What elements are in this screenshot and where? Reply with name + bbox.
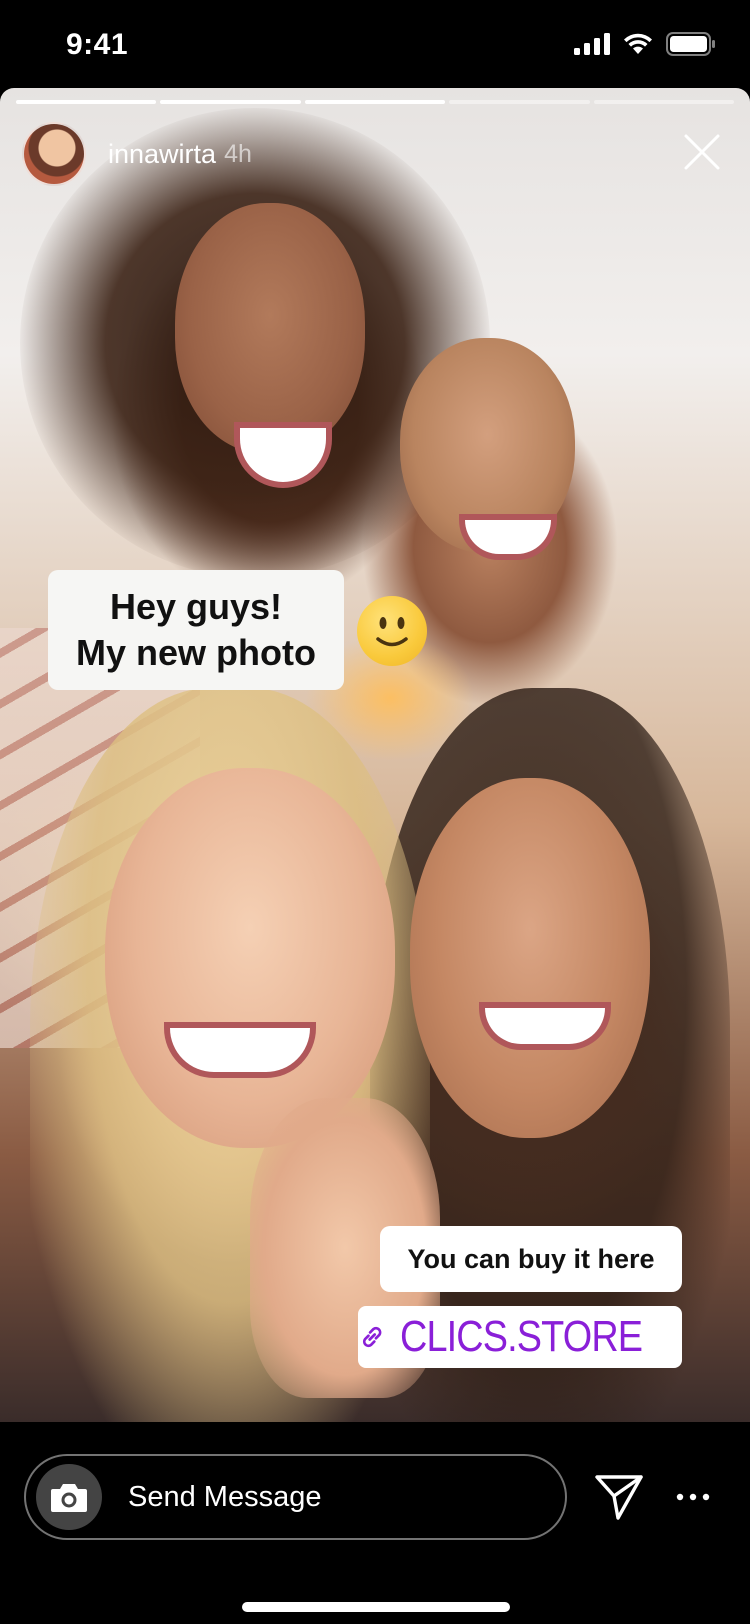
progress-fill xyxy=(160,100,301,104)
progress-segment xyxy=(304,100,446,104)
story-photo[interactable] xyxy=(0,88,750,1422)
caption-line-2: My new photo xyxy=(76,632,316,673)
bottom-bar: Send Message xyxy=(0,1422,750,1624)
progress-segment xyxy=(160,100,301,104)
link-text: CLICS.STORE xyxy=(400,1312,643,1361)
status-bar: 9:41 xyxy=(0,0,750,88)
smiley-emoji-icon xyxy=(357,596,427,666)
send-icon xyxy=(595,1475,643,1520)
avatar[interactable] xyxy=(22,122,86,186)
message-input[interactable]: Send Message xyxy=(24,1454,567,1540)
story-time-ago: 4h xyxy=(224,139,252,168)
close-icon xyxy=(684,134,720,170)
photo-region xyxy=(105,768,395,1148)
photo-region xyxy=(485,1008,605,1044)
story-progress xyxy=(16,100,735,104)
smiley-face-icon xyxy=(376,617,408,647)
progress-segment xyxy=(16,100,157,104)
buy-sticker: You can buy it here xyxy=(380,1226,682,1292)
username[interactable]: innawirta xyxy=(108,139,216,170)
progress-fill xyxy=(304,100,446,104)
progress-fill xyxy=(16,100,157,104)
more-icon xyxy=(676,1493,710,1501)
camera-button[interactable] xyxy=(36,1464,102,1530)
battery-icon xyxy=(666,32,715,56)
caption-line-1: Hey guys! xyxy=(109,586,283,627)
photo-region xyxy=(175,203,365,453)
close-button[interactable] xyxy=(682,132,722,172)
link-sticker[interactable]: CLICS.STORE xyxy=(358,1306,682,1368)
progress-segment xyxy=(593,100,735,104)
wifi-icon xyxy=(624,33,652,54)
progress-segment xyxy=(449,100,590,104)
caption-sticker: Hey guys! My new photo xyxy=(48,570,344,690)
status-time: 9:41 xyxy=(66,28,129,61)
buy-sticker-text: You can buy it here xyxy=(407,1243,655,1274)
photo-region xyxy=(170,1028,310,1072)
photo-region xyxy=(410,778,650,1138)
more-button[interactable] xyxy=(676,1484,710,1510)
home-indicator xyxy=(242,1602,510,1612)
link-icon xyxy=(362,1326,382,1348)
status-icons xyxy=(574,32,716,56)
story-header: innawirta 4h xyxy=(22,122,252,186)
message-placeholder: Send Message xyxy=(128,1480,322,1513)
cellular-signal-icon xyxy=(574,33,610,55)
send-button[interactable] xyxy=(594,1472,644,1522)
camera-icon xyxy=(51,1484,87,1512)
